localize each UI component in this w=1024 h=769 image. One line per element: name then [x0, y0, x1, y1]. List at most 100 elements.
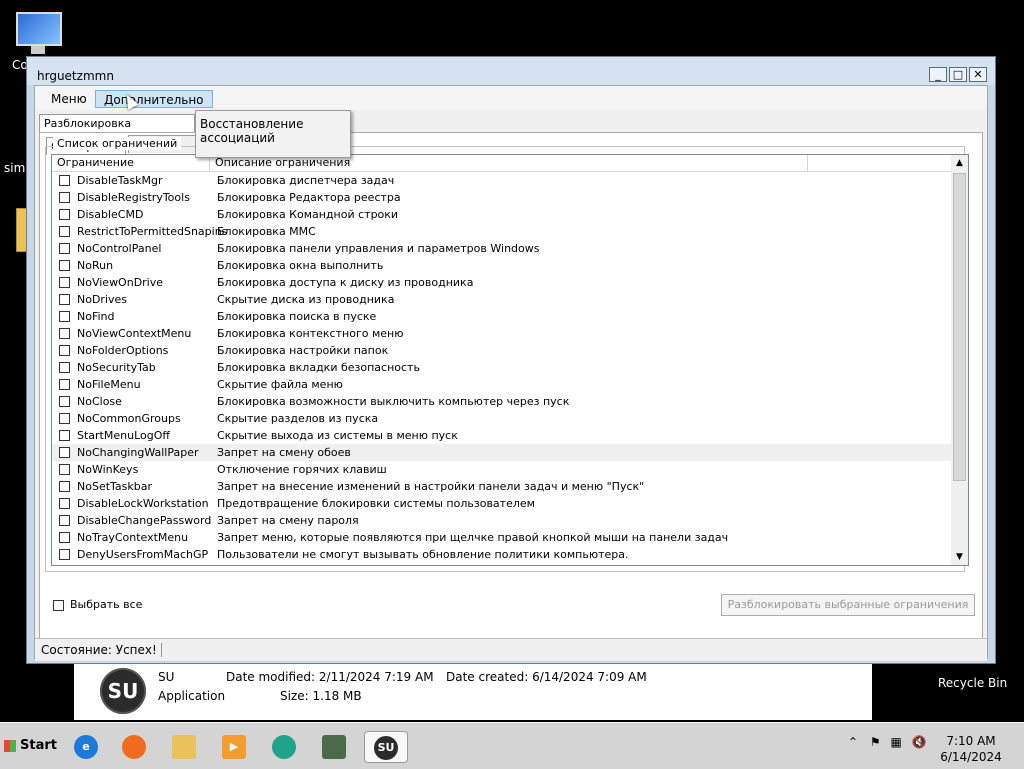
table-row[interactable]: DisableCMD Блокировка Командной строки: [52, 206, 952, 223]
menu-bar: Меню Дополнительно: [35, 86, 987, 110]
taskbar-su-app[interactable]: SU: [364, 731, 408, 763]
row-checkbox[interactable]: [59, 362, 70, 373]
network-icon[interactable]: ▦: [890, 735, 901, 749]
table-row[interactable]: NoDrives Скрытие диска из проводника: [52, 291, 952, 308]
table-row[interactable]: NoChangingWallPaper Запрет на смену обоев: [52, 444, 952, 461]
table-row[interactable]: NoControlPanel Блокировка панели управлен…: [52, 240, 952, 257]
tab-unblock-restrictions[interactable]: Разблокировка ограничений: [39, 114, 195, 148]
table-row[interactable]: NoSetTaskbar Запрет на внесение изменений…: [52, 478, 952, 495]
row-checkbox[interactable]: [59, 532, 70, 543]
row-checkbox[interactable]: [59, 549, 70, 560]
restriction-description: Блокировка Командной строки: [217, 208, 399, 221]
vertical-scrollbar[interactable]: ▲ ▼: [951, 155, 968, 565]
restriction-name: NoSetTaskbar: [77, 480, 153, 493]
row-checkbox[interactable]: [59, 430, 70, 441]
file-type: Application: [158, 689, 226, 703]
unblock-selected-button[interactable]: Разблокировать выбранные ограничения: [721, 594, 975, 616]
table-row[interactable]: DisableTaskMgr Блокировка диспетчера зада…: [52, 172, 952, 189]
scroll-thumb[interactable]: [953, 173, 966, 481]
restriction-name: NoRun: [77, 259, 114, 272]
taskbar-edge[interactable]: [268, 731, 300, 763]
title-bar[interactable]: hrguetzmmn _ □ ✕: [27, 57, 995, 85]
restriction-description: Пользователи не смогут вызывать обновлен…: [217, 548, 629, 561]
table-row[interactable]: RestrictToPermittedSnapins Блокировка MMC: [52, 223, 952, 240]
row-checkbox[interactable]: [59, 192, 70, 203]
table-row[interactable]: DisableChangePassword Запрет на смену пар…: [52, 512, 952, 529]
scroll-up-arrow-icon[interactable]: ▲: [951, 155, 968, 171]
taskbar-firefox[interactable]: [118, 731, 150, 763]
close-button[interactable]: ✕: [969, 67, 987, 82]
row-checkbox[interactable]: [59, 209, 70, 220]
menu-item-restore-associations[interactable]: Восстановление ассоциаций: [200, 117, 350, 145]
select-all-checkbox[interactable]: Выбрать все: [53, 598, 142, 611]
table-row[interactable]: NoWinKeys Отключение горячих клавиш: [52, 461, 952, 478]
table-row[interactable]: NoTrayContextMenu Запрет меню, которые по…: [52, 529, 952, 546]
row-checkbox[interactable]: [59, 226, 70, 237]
row-checkbox[interactable]: [59, 311, 70, 322]
start-button[interactable]: Start: [2, 731, 57, 761]
action-center-flag-icon[interactable]: ⚑: [870, 735, 881, 749]
table-row[interactable]: NoCommonGroups Скрытие разделов из пуска: [52, 410, 952, 427]
table-row[interactable]: NoViewContextMenu Блокировка контекстного…: [52, 325, 952, 342]
table-row[interactable]: NoFileMenu Скрытие файла меню: [52, 376, 952, 393]
row-checkbox[interactable]: [59, 175, 70, 186]
row-checkbox[interactable]: [59, 498, 70, 509]
row-checkbox[interactable]: [59, 379, 70, 390]
table-row[interactable]: NoFind Блокировка поиска в пуске: [52, 308, 952, 325]
window-title: hrguetzmmn: [37, 69, 114, 83]
ie-icon: e: [74, 735, 98, 759]
taskbar-media-player[interactable]: ▶: [218, 731, 250, 763]
minimize-button[interactable]: _: [929, 67, 947, 82]
row-checkbox[interactable]: [59, 294, 70, 305]
row-checkbox[interactable]: [59, 345, 70, 356]
restriction-description: Блокировка окна выполнить: [217, 259, 384, 272]
row-checkbox[interactable]: [59, 464, 70, 475]
maximize-button[interactable]: □: [949, 67, 967, 82]
column-header-restriction[interactable]: Ограничение: [52, 155, 210, 171]
restriction-description: Блокировка Редактора реестра: [217, 191, 401, 204]
system-clock[interactable]: 7:10 AM 6/14/2024: [940, 733, 1002, 765]
taskbar-task-manager[interactable]: [318, 731, 350, 763]
table-row[interactable]: DisableRegistryTools Блокировка Редактора…: [52, 189, 952, 206]
table-row[interactable]: NoSecurityTab Блокировка вкладки безопасн…: [52, 359, 952, 376]
restriction-description: Блокировка панели управления и параметро…: [217, 242, 540, 255]
row-checkbox[interactable]: [59, 260, 70, 271]
checkbox-box[interactable]: [53, 599, 64, 611]
table-row[interactable]: DisableLockWorkstation Предотвращение бло…: [52, 495, 952, 512]
row-checkbox[interactable]: [59, 447, 70, 458]
volume-muted-icon[interactable]: 🔇: [912, 735, 927, 749]
menu-advanced[interactable]: Дополнительно: [95, 90, 213, 108]
restriction-name: DisableTaskMgr: [77, 174, 163, 187]
advanced-dropdown-menu: Восстановление ассоциаций: [195, 110, 351, 158]
restriction-description: Блокировка диспетчера задач: [217, 174, 395, 187]
list-header: Ограничение Описание ограничения: [52, 155, 952, 172]
table-row[interactable]: NoViewOnDrive Блокировка доступа к диску …: [52, 274, 952, 291]
taskbar-ie[interactable]: e: [70, 731, 102, 763]
row-checkbox[interactable]: [59, 328, 70, 339]
recycle-bin[interactable]: Recycle Bin: [938, 676, 1007, 690]
restrictions-list[interactable]: Ограничение Описание ограничения Disable…: [51, 154, 969, 566]
table-row[interactable]: NoClose Блокировка возможности выключить …: [52, 393, 952, 410]
row-checkbox[interactable]: [59, 243, 70, 254]
row-checkbox[interactable]: [59, 413, 70, 424]
scroll-down-arrow-icon[interactable]: ▼: [951, 549, 968, 565]
restriction-name: StartMenuLogOff: [77, 429, 170, 442]
restriction-description: Блокировка поиска в пуске: [217, 310, 377, 323]
restriction-description: Блокировка доступа к диску из проводника: [217, 276, 474, 289]
row-checkbox[interactable]: [59, 481, 70, 492]
row-checkbox[interactable]: [59, 515, 70, 526]
table-row[interactable]: DenyUsersFromMachGP Пользователи не смогу…: [52, 546, 952, 563]
recycle-bin-label: Recycle Bin: [938, 676, 1008, 690]
table-row[interactable]: NoRun Блокировка окна выполнить: [52, 257, 952, 274]
show-hidden-icons-icon[interactable]: ⌃: [848, 735, 858, 749]
restriction-description: Блокировка настройки папок: [217, 344, 389, 357]
table-row[interactable]: StartMenuLogOff Скрытие выхода из системы…: [52, 427, 952, 444]
row-checkbox[interactable]: [59, 396, 70, 407]
restriction-name: DenyUsersFromMachGP: [77, 548, 209, 561]
row-checkbox[interactable]: [59, 277, 70, 288]
taskbar-explorer[interactable]: [168, 731, 200, 763]
restriction-name: NoSecurityTab: [77, 361, 156, 374]
restriction-description: Блокировка контекстного меню: [217, 327, 404, 340]
menu-main[interactable]: Меню: [43, 90, 95, 108]
table-row[interactable]: NoFolderOptions Блокировка настройки папо…: [52, 342, 952, 359]
